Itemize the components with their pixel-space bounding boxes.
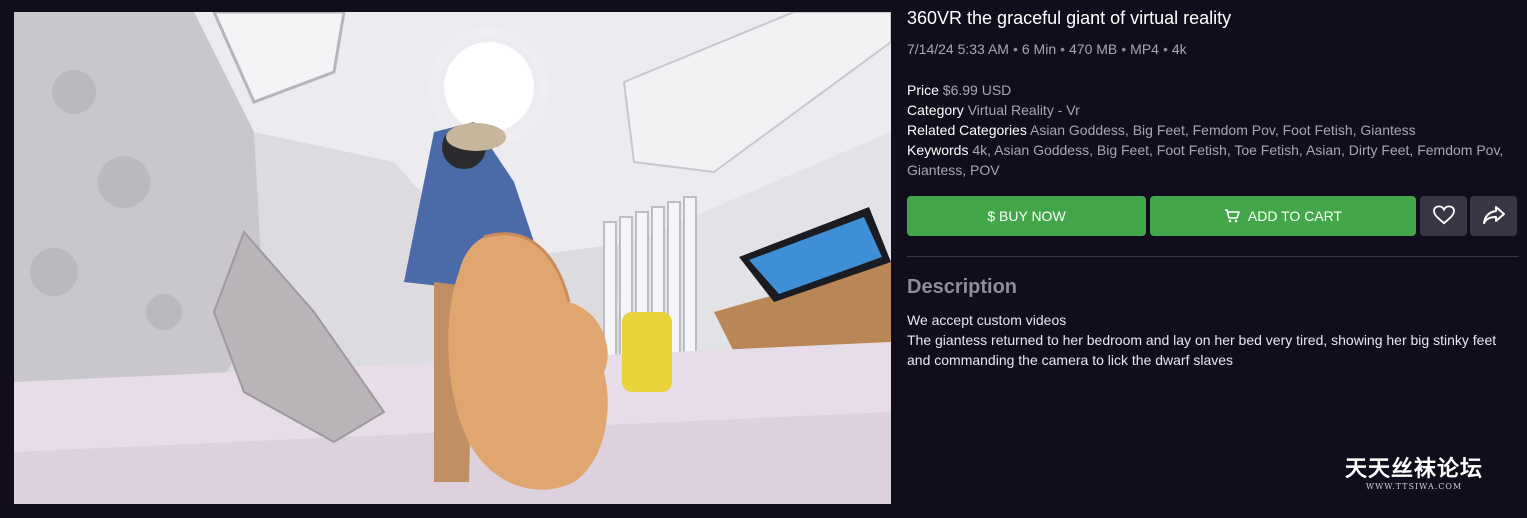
category-row: Category Virtual Reality - Vr	[907, 100, 1507, 120]
product-title: 360VR the graceful giant of virtual real…	[907, 8, 1232, 28]
share-icon	[1482, 205, 1506, 228]
heart-icon	[1432, 204, 1455, 228]
meta-size: 470 MB	[1069, 41, 1118, 57]
related-categories-links[interactable]: Asian Goddess, Big Feet, Femdom Pov, Foo…	[1030, 122, 1416, 138]
keywords-label: Keywords	[907, 142, 969, 158]
price-value: $6.99 USD	[942, 82, 1012, 98]
favorite-button[interactable]	[1420, 196, 1467, 236]
share-button[interactable]	[1470, 196, 1517, 236]
keywords-row: Keywords 4k, Asian Goddess, Big Feet, Fo…	[907, 140, 1507, 180]
meta-separator: •	[1012, 41, 1018, 57]
cart-icon	[1224, 209, 1240, 223]
watermark-title: 天天丝袜论坛	[1344, 456, 1483, 482]
description-heading: Description	[907, 276, 1018, 298]
meta-separator: •	[1060, 41, 1066, 57]
category-link[interactable]: Virtual Reality - Vr	[968, 102, 1080, 118]
description-body: We accept custom videos The giantess ret…	[907, 310, 1507, 370]
meta-separator: •	[1121, 41, 1127, 57]
site-watermark: 天天丝袜论坛 WWW.TTSIWA.COM	[1336, 456, 1492, 492]
price-label: Price	[907, 82, 939, 98]
watermark-url: WWW.TTSIWA.COM	[1365, 482, 1463, 491]
meta-duration: 6 Min	[1021, 41, 1057, 57]
meta-format: MP4	[1130, 41, 1159, 57]
purchase-actions: $ BUY NOW ADD TO CART	[907, 196, 1519, 236]
meta-quality: 4k	[1171, 41, 1187, 57]
description-line: The giantess returned to her bedroom and…	[907, 332, 1497, 368]
product-meta: 7/14/24 5:33 AM • 6 Min • 470 MB • MP4 • 4k	[907, 41, 1187, 57]
price-row: Price $6.99 USD	[907, 80, 1507, 100]
video-preview[interactable]	[14, 12, 891, 504]
preview-image	[14, 12, 891, 504]
add-to-cart-button[interactable]: ADD TO CART	[1150, 196, 1416, 236]
description-line: We accept custom videos	[907, 312, 1067, 328]
product-page: 360VR the graceful giant of virtual real…	[0, 0, 1527, 518]
keywords-links[interactable]: 4k, Asian Goddess, Big Feet, Foot Fetish…	[907, 142, 1503, 178]
add-to-cart-label: ADD TO CART	[1247, 208, 1343, 224]
buy-now-button[interactable]: $ BUY NOW	[907, 196, 1146, 236]
related-categories-row: Related Categories Asian Goddess, Big Fe…	[907, 120, 1507, 140]
meta-date: 7/14/24 5:33 AM	[907, 41, 1009, 57]
category-label: Category	[907, 102, 964, 118]
section-divider	[907, 256, 1519, 257]
product-details: Price $6.99 USD Category Virtual Reality…	[907, 80, 1507, 180]
related-categories-label: Related Categories	[907, 122, 1027, 138]
meta-separator: •	[1162, 41, 1168, 57]
